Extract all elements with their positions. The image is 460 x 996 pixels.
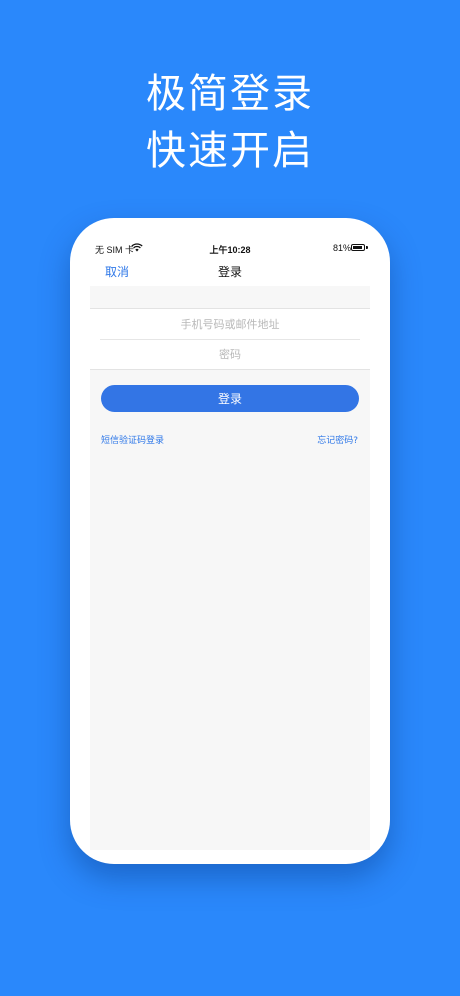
login-content: 登录 短信验证码登录 忘记密码? [90,286,370,850]
forgot-password-link[interactable]: 忘记密码? [317,433,358,446]
login-button[interactable]: 登录 [101,385,359,412]
login-form [90,308,370,370]
phone-mockup: 无 SIM 卡 上午10:28 81% 取消 登录 登录 短信验证码登录 忘记密… [70,218,390,864]
navigation-bar: 取消 登录 [90,258,370,286]
sms-login-link[interactable]: 短信验证码登录 [101,433,164,446]
password-input[interactable] [100,340,360,369]
promo-headline-line2: 快速开启 [146,128,314,174]
battery-icon [351,244,368,251]
battery-percent: 81% [333,243,352,253]
account-input[interactable] [100,310,360,339]
nav-title: 登录 [217,265,242,279]
promo-headline-line1: 极简登录 [146,71,314,117]
status-bar: 无 SIM 卡 上午10:28 81% [70,240,390,258]
